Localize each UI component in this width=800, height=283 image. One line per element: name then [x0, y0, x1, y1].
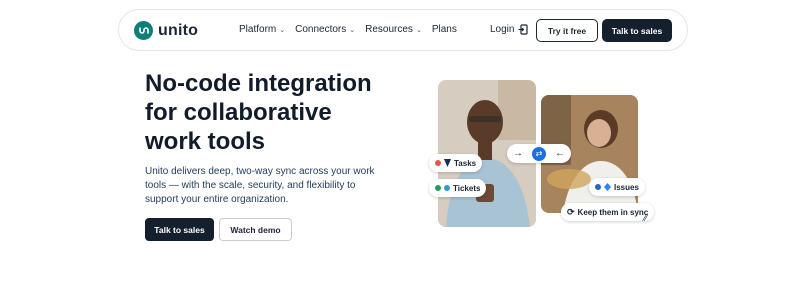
refresh-icon: ⟳: [567, 206, 575, 217]
salesforce-icon: [444, 185, 450, 191]
zendesk-icon: [435, 185, 441, 191]
menu-item-platform[interactable]: Platform ⌄: [239, 24, 285, 35]
hero-desc-line: support your entire organization.: [145, 194, 289, 205]
jira-icon: [444, 159, 451, 167]
talk-to-sales-nav-button[interactable]: Talk to sales: [602, 19, 672, 42]
unito-logo-icon: [134, 21, 153, 40]
issues-chip: Issues: [589, 178, 645, 196]
menu-item-label: Plans: [431, 24, 457, 35]
unito-logo[interactable]: unito: [134, 21, 198, 40]
arrow-right-icon: →: [513, 148, 523, 159]
sync-indicator: → ⇄ ←: [507, 144, 571, 163]
menu-item-connectors[interactable]: Connectors ⌄: [295, 24, 355, 35]
keep-in-sync-label: Keep them in sync: [577, 207, 649, 217]
sparkle-icon: ⁄⁄: [644, 213, 648, 223]
menu-item-label: Platform: [239, 24, 277, 35]
tickets-label: Tickets: [453, 183, 481, 193]
menu-item-label: Connectors: [295, 24, 347, 35]
chevron-down-icon: ⌄: [349, 26, 356, 34]
try-it-free-button[interactable]: Try it free: [536, 19, 598, 42]
jira-software-icon: [604, 183, 611, 191]
hero-title-line: for collaborative: [145, 99, 332, 126]
two-way-sync-icon: ⇄: [532, 146, 546, 161]
asana-icon: [435, 160, 441, 166]
hero-title-line: No-code integration: [145, 70, 372, 97]
azure-devops-icon: [595, 184, 601, 190]
arrow-left-icon: ←: [555, 148, 565, 159]
hero-desc-line: Unito delivers deep, two-way sync across…: [145, 166, 375, 177]
tasks-chip: Tasks: [429, 154, 483, 172]
login-link[interactable]: Login: [490, 24, 529, 35]
talk-to-sales-button[interactable]: Talk to sales: [145, 218, 214, 241]
menu-item-plans[interactable]: Plans: [432, 24, 457, 35]
menu-item-label: Resources: [365, 24, 413, 35]
keep-in-sync-chip: ⟳ Keep them in sync: [561, 203, 655, 221]
hero-title-line: work tools: [145, 128, 266, 155]
hero-title: No-code integration for collaborative wo…: [145, 69, 405, 156]
chevron-down-icon: ⌄: [279, 26, 286, 34]
tickets-chip: Tickets: [429, 179, 487, 197]
top-nav: unito Platform ⌄ Connectors ⌄ Resources …: [118, 9, 688, 51]
main-menu: Platform ⌄ Connectors ⌄ Resources ⌄ Plan…: [239, 24, 457, 35]
menu-item-resources[interactable]: Resources ⌄: [365, 24, 422, 35]
hero-desc-line: tools — with the scale, security, and fl…: [145, 180, 356, 191]
hero-description: Unito delivers deep, two-way sync across…: [145, 165, 375, 207]
logo-text: unito: [158, 21, 199, 39]
issues-label: Issues: [614, 182, 639, 192]
chevron-down-icon: ⌄: [415, 26, 422, 34]
tasks-label: Tasks: [454, 158, 477, 168]
watch-demo-button[interactable]: Watch demo: [219, 218, 292, 241]
login-icon: [518, 24, 529, 35]
login-label: Login: [490, 24, 515, 35]
